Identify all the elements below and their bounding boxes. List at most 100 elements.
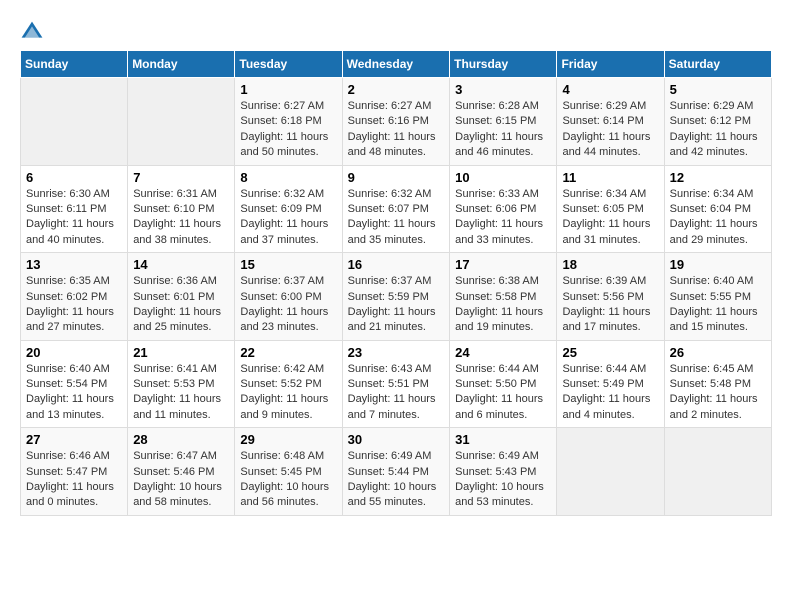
calendar-cell: 7 Sunrise: 6:31 AMSunset: 6:10 PMDaylight… [128,165,235,253]
day-number: 21 [133,345,229,360]
day-number: 1 [240,82,336,97]
day-info: Sunrise: 6:27 AMSunset: 6:18 PMDaylight:… [240,99,336,161]
calendar-cell: 19 Sunrise: 6:40 AMSunset: 5:55 PMDayligh… [664,253,771,341]
calendar-week-row: 6 Sunrise: 6:30 AMSunset: 6:11 PMDaylight… [21,165,772,253]
day-info: Sunrise: 6:49 AMSunset: 5:43 PMDaylight:… [455,449,551,511]
day-info: Sunrise: 6:30 AMSunset: 6:11 PMDaylight:… [26,187,122,249]
calendar-cell [128,78,235,166]
day-number: 2 [348,82,445,97]
calendar-cell: 25 Sunrise: 6:44 AMSunset: 5:49 PMDayligh… [557,340,664,428]
calendar-cell: 9 Sunrise: 6:32 AMSunset: 6:07 PMDaylight… [342,165,450,253]
logo [20,20,48,40]
day-info: Sunrise: 6:38 AMSunset: 5:58 PMDaylight:… [455,274,551,336]
day-info: Sunrise: 6:29 AMSunset: 6:12 PMDaylight:… [670,99,766,161]
calendar-cell: 14 Sunrise: 6:36 AMSunset: 6:01 PMDayligh… [128,253,235,341]
calendar-cell: 4 Sunrise: 6:29 AMSunset: 6:14 PMDaylight… [557,78,664,166]
day-info: Sunrise: 6:49 AMSunset: 5:44 PMDaylight:… [348,449,445,511]
day-info: Sunrise: 6:29 AMSunset: 6:14 PMDaylight:… [562,99,658,161]
calendar-cell: 15Sunrise: 6:37 AMSunset: 6:00 PMDayligh… [235,253,342,341]
calendar-cell: 24 Sunrise: 6:44 AMSunset: 5:50 PMDayligh… [450,340,557,428]
day-number: 26 [670,345,766,360]
day-info: Sunrise: 6:40 AMSunset: 5:55 PMDaylight:… [670,274,766,336]
calendar-cell: 22 Sunrise: 6:42 AMSunset: 5:52 PMDayligh… [235,340,342,428]
day-number: 28 [133,432,229,447]
day-info: Sunrise: 6:41 AMSunset: 5:53 PMDaylight:… [133,362,229,424]
day-number: 25 [562,345,658,360]
day-info: Sunrise: 6:37 AMSunset: 6:00 PMDaylight:… [240,274,336,336]
calendar-cell: 26 Sunrise: 6:45 AMSunset: 5:48 PMDayligh… [664,340,771,428]
day-number: 20 [26,345,122,360]
day-info: Sunrise: 6:31 AMSunset: 6:10 PMDaylight:… [133,187,229,249]
day-number: 11 [562,170,658,185]
calendar-week-row: 20 Sunrise: 6:40 AMSunset: 5:54 PMDayligh… [21,340,772,428]
day-number: 5 [670,82,766,97]
day-info: Sunrise: 6:45 AMSunset: 5:48 PMDaylight:… [670,362,766,424]
calendar-header-row: SundayMondayTuesdayWednesdayThursdayFrid… [21,51,772,78]
calendar-cell: 29 Sunrise: 6:48 AMSunset: 5:45 PMDayligh… [235,428,342,516]
day-number: 30 [348,432,445,447]
day-number: 6 [26,170,122,185]
header-cell-thursday: Thursday [450,51,557,78]
day-number: 4 [562,82,658,97]
calendar-week-row: 1 Sunrise: 6:27 AMSunset: 6:18 PMDaylight… [21,78,772,166]
calendar-week-row: 27Sunrise: 6:46 AMSunset: 5:47 PMDayligh… [21,428,772,516]
header-cell-saturday: Saturday [664,51,771,78]
day-info: Sunrise: 6:48 AMSunset: 5:45 PMDaylight:… [240,449,336,511]
calendar-cell: 10 Sunrise: 6:33 AMSunset: 6:06 PMDayligh… [450,165,557,253]
calendar-cell [21,78,128,166]
header-cell-sunday: Sunday [21,51,128,78]
calendar-cell: 20 Sunrise: 6:40 AMSunset: 5:54 PMDayligh… [21,340,128,428]
calendar-cell: 5 Sunrise: 6:29 AMSunset: 6:12 PMDaylight… [664,78,771,166]
day-info: Sunrise: 6:36 AMSunset: 6:01 PMDaylight:… [133,274,229,336]
day-info: Sunrise: 6:40 AMSunset: 5:54 PMDaylight:… [26,362,122,424]
day-info: Sunrise: 6:37 AMSunset: 5:59 PMDaylight:… [348,274,445,336]
calendar-cell: 13 Sunrise: 6:35 AMSunset: 6:02 PMDayligh… [21,253,128,341]
day-info: Sunrise: 6:44 AMSunset: 5:49 PMDaylight:… [562,362,658,424]
day-number: 19 [670,257,766,272]
header-cell-tuesday: Tuesday [235,51,342,78]
day-info: Sunrise: 6:42 AMSunset: 5:52 PMDaylight:… [240,362,336,424]
calendar-cell: 12Sunrise: 6:34 AMSunset: 6:04 PMDayligh… [664,165,771,253]
day-number: 22 [240,345,336,360]
day-number: 18 [562,257,658,272]
logo-icon [20,20,44,40]
calendar-cell: 6 Sunrise: 6:30 AMSunset: 6:11 PMDaylight… [21,165,128,253]
day-number: 24 [455,345,551,360]
calendar-cell: 31 Sunrise: 6:49 AMSunset: 5:43 PMDayligh… [450,428,557,516]
calendar-cell: 27Sunrise: 6:46 AMSunset: 5:47 PMDayligh… [21,428,128,516]
day-info: Sunrise: 6:35 AMSunset: 6:02 PMDaylight:… [26,274,122,336]
day-info: Sunrise: 6:43 AMSunset: 5:51 PMDaylight:… [348,362,445,424]
day-info: Sunrise: 6:44 AMSunset: 5:50 PMDaylight:… [455,362,551,424]
day-number: 8 [240,170,336,185]
calendar-cell [664,428,771,516]
day-info: Sunrise: 6:46 AMSunset: 5:47 PMDaylight:… [26,449,122,511]
day-number: 16 [348,257,445,272]
day-number: 12 [670,170,766,185]
day-number: 10 [455,170,551,185]
calendar-cell: 8Sunrise: 6:32 AMSunset: 6:09 PMDaylight… [235,165,342,253]
day-info: Sunrise: 6:28 AMSunset: 6:15 PMDaylight:… [455,99,551,161]
calendar-cell: 18 Sunrise: 6:39 AMSunset: 5:56 PMDayligh… [557,253,664,341]
calendar-cell: 11 Sunrise: 6:34 AMSunset: 6:05 PMDayligh… [557,165,664,253]
day-info: Sunrise: 6:34 AMSunset: 6:05 PMDaylight:… [562,187,658,249]
day-number: 7 [133,170,229,185]
header-cell-friday: Friday [557,51,664,78]
day-number: 3 [455,82,551,97]
day-info: Sunrise: 6:47 AMSunset: 5:46 PMDaylight:… [133,449,229,511]
day-info: Sunrise: 6:33 AMSunset: 6:06 PMDaylight:… [455,187,551,249]
day-number: 31 [455,432,551,447]
day-number: 9 [348,170,445,185]
calendar-cell: 16 Sunrise: 6:37 AMSunset: 5:59 PMDayligh… [342,253,450,341]
day-number: 14 [133,257,229,272]
day-number: 13 [26,257,122,272]
calendar-cell: 28 Sunrise: 6:47 AMSunset: 5:46 PMDayligh… [128,428,235,516]
calendar-cell: 21 Sunrise: 6:41 AMSunset: 5:53 PMDayligh… [128,340,235,428]
calendar-cell: 17Sunrise: 6:38 AMSunset: 5:58 PMDayligh… [450,253,557,341]
calendar-cell: 23Sunrise: 6:43 AMSunset: 5:51 PMDayligh… [342,340,450,428]
header-cell-wednesday: Wednesday [342,51,450,78]
day-info: Sunrise: 6:39 AMSunset: 5:56 PMDaylight:… [562,274,658,336]
calendar-cell: 1 Sunrise: 6:27 AMSunset: 6:18 PMDaylight… [235,78,342,166]
day-number: 29 [240,432,336,447]
day-info: Sunrise: 6:32 AMSunset: 6:07 PMDaylight:… [348,187,445,249]
calendar-cell: 2Sunrise: 6:27 AMSunset: 6:16 PMDaylight… [342,78,450,166]
